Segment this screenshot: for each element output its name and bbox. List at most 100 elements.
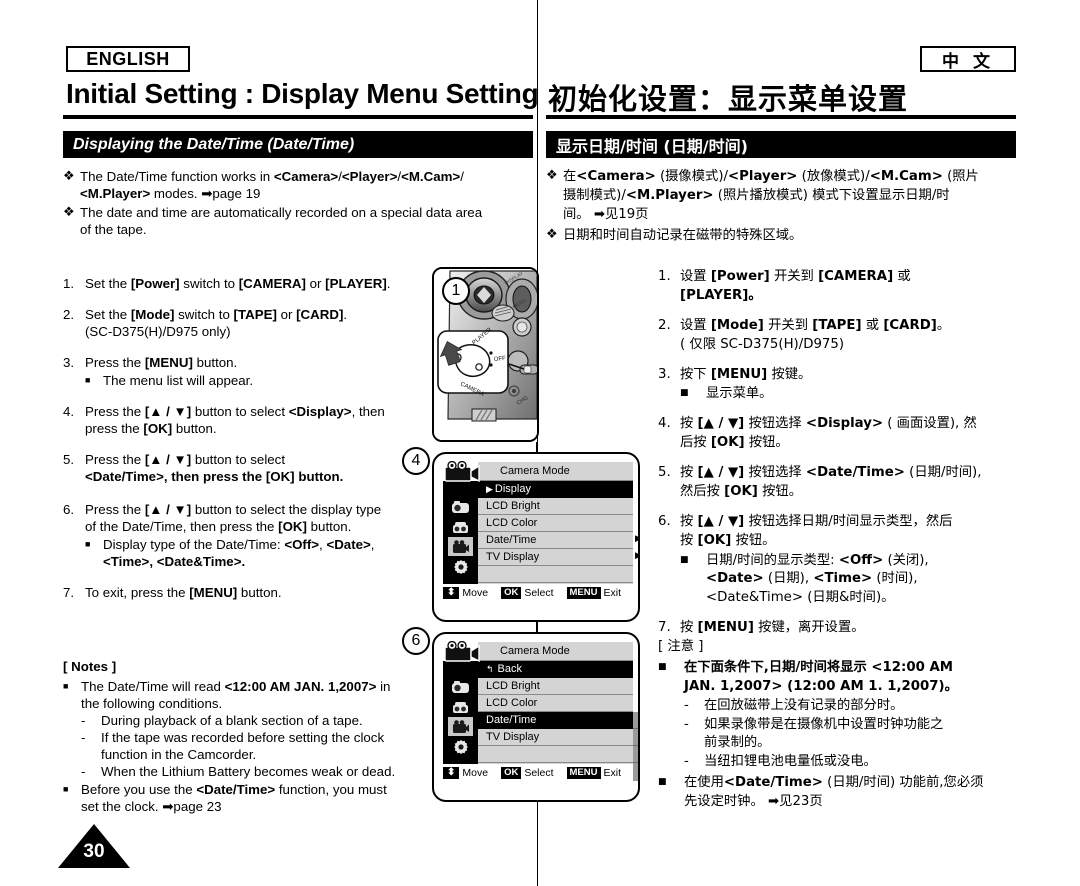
lcd-connector-line-1 <box>536 442 538 454</box>
intro-line: The Date/Time function works in <Camera>… <box>80 169 464 184</box>
lcd-value-item[interactable]: ▶ Off <box>635 532 638 544</box>
guide-exit[interactable]: MENU Exit <box>566 586 635 600</box>
lcd-menu-panel-datetime: Camera Mode ↰ Back LCD Bright LCD Color … <box>432 632 640 802</box>
step-line: 后按 [OK] 按钮。 <box>680 435 789 451</box>
lcd-menu-item-empty <box>478 746 633 763</box>
card-photo-icon[interactable] <box>448 677 473 696</box>
step-line: 然后按 [OK] 按钮。 <box>680 483 803 499</box>
clover-bullet-icon: ❖ <box>63 168 75 183</box>
step-line: <Date/Time>, then press the [OK] button. <box>85 469 344 485</box>
svg-text:OFF: OFF <box>494 356 507 363</box>
lcd-menu-list-1: ▶ Display LCD Bright LCD Color Date/Time… <box>478 481 633 584</box>
note-line: 先设定时钟。 ➡见23页 <box>684 794 823 809</box>
note-line: 在下面条件下,日期/时间将显示 <12:00 AM <box>684 659 954 675</box>
lcd-submenu-item[interactable]: Date&Time <box>633 763 638 780</box>
square-bullet-icon: ■ <box>63 784 69 795</box>
lcd-menu-item[interactable]: TV Display <box>478 729 633 746</box>
step-number: 6. <box>63 502 75 518</box>
intro-line: The date and time are automatically reco… <box>80 205 483 221</box>
notes-title: [ Notes ] <box>63 659 117 674</box>
lcd-submenu-item[interactable]: Time <box>633 746 638 763</box>
note-dash-item: - 在回放磁带上没有记录的部分时。 <box>684 697 1036 716</box>
lcd-menu-item[interactable]: ▶ Display <box>478 481 633 498</box>
lcd-menu-label: Back <box>497 663 523 675</box>
check-mark-icon: ✓ <box>637 715 638 726</box>
step-item: 7. 按 [MENU] 按键，离开设置。 <box>658 619 1036 638</box>
dash-bullet-icon: - <box>81 730 86 746</box>
square-bullet-icon: ■ <box>85 375 91 386</box>
camera-mode-icon[interactable] <box>448 717 473 736</box>
note-dash-text: 前录制的。 <box>704 735 771 751</box>
step-number: 7. <box>658 620 671 636</box>
step-item: 7. To exit, press the [MENU] button. <box>63 584 415 601</box>
steps-english: 1. Set the [Power] switch to [CAMERA] or… <box>63 275 415 615</box>
settings-gear-icon[interactable] <box>448 737 473 756</box>
memory-playback-icon[interactable] <box>448 517 473 536</box>
step-number: 3. <box>63 355 75 371</box>
note-line: the following conditions. <box>81 696 223 712</box>
page-number-badge: 30 <box>58 824 130 872</box>
lcd-submenu-item[interactable]: Date <box>633 729 638 746</box>
lcd-menu-item[interactable]: LCD Bright <box>478 678 633 695</box>
ok-key-icon: OK <box>501 766 522 780</box>
lcd-menu-item[interactable]: LCD Color <box>478 515 633 532</box>
lcd-menu-list-2: ↰ Back LCD Bright LCD Color Date/Time TV… <box>478 661 633 764</box>
lcd-guide-bar-2: ⬍ Move OK Select MENU Exit <box>443 764 633 782</box>
square-bullet-icon: ■ <box>85 539 91 550</box>
dash-bullet-icon: - <box>684 754 689 770</box>
clover-bullet-icon: ❖ <box>63 204 75 220</box>
lcd-menu-item[interactable]: LCD Bright <box>478 498 633 515</box>
guide-move[interactable]: ⬍ Move <box>443 767 501 779</box>
step-number: 1. <box>658 269 671 284</box>
step-item: 5. 按 [▲ / ▼] 按钮选择 <Date/Time> (日期/时间), 然… <box>658 464 1036 502</box>
lcd-value-item[interactable]: ▶ On <box>635 549 638 561</box>
camcorder-mode-icon <box>443 640 487 663</box>
clover-bullet-icon: ❖ <box>546 226 558 242</box>
note-dash-text: 如果录像带是在摄像机中设置时钟功能之 <box>704 716 944 732</box>
dash-bullet-icon: - <box>81 713 86 729</box>
lcd-menu-item-back[interactable]: ↰ Back <box>478 661 633 678</box>
lcd-menu-item[interactable]: LCD Color <box>478 695 633 712</box>
lcd-guide-bar-1: ⬍ Move OK Select MENU Exit <box>443 584 633 602</box>
step-number: 3. <box>658 366 671 382</box>
memory-playback-icon[interactable] <box>448 697 473 716</box>
lcd-icon-rail <box>443 661 478 764</box>
notes-chinese: [ 注意 ] ■ 在下面条件下,日期/时间将显示 <12:00 AM JAN. … <box>658 638 1036 812</box>
guide-exit[interactable]: MENU Exit <box>566 766 635 780</box>
section-heading-chinese: 显示日期/时间 (日期/时间) <box>546 131 1016 158</box>
lcd-menu-item[interactable]: TV Display <box>478 549 633 566</box>
page-number-text: 30 <box>83 841 105 862</box>
guide-select[interactable]: OK Select <box>501 766 566 780</box>
step-line: 按 [MENU] 按键，离开设置。 <box>680 620 865 636</box>
back-arrow-icon: ↰ <box>486 663 494 674</box>
card-photo-icon[interactable] <box>448 497 473 516</box>
step-number: 2. <box>658 317 671 333</box>
lcd-submenu-item[interactable]: ✓ Off <box>633 712 638 729</box>
note-line: set the clock. ➡page 23 <box>81 799 222 815</box>
lcd-menu-label: LCD Color <box>486 697 538 709</box>
lcd-menu-label: LCD Color <box>486 517 538 529</box>
intro-line: 摄制模式)/<M.Player> (照片播放模式) 模式下设置显示日期/时 <box>563 187 950 203</box>
lcd-menu-item[interactable]: Date/Time <box>478 532 633 549</box>
note-item: ■ 在使用<Date/Time> (日期/时间) 功能前,您必须 先设定时钟。 … <box>658 774 1036 812</box>
intro-bullet-2: ❖ 日期和时间自动记录在磁带的特殊区域。 <box>546 227 1036 246</box>
lcd-header-1: Camera Mode <box>478 462 633 481</box>
lcd-menu-label: LCD Bright <box>486 500 540 512</box>
language-badge-english: ENGLISH <box>66 46 190 72</box>
guide-move[interactable]: ⬍ Move <box>443 587 501 599</box>
lcd-menu-item[interactable]: Date/Time <box>478 712 633 729</box>
ok-key-icon: OK <box>501 586 522 600</box>
guide-select[interactable]: OK Select <box>501 586 566 600</box>
step-line: press the [OK] button. <box>85 421 217 437</box>
step-line: 按 [▲ / ▼] 按钮选择日期/时间显示类型，然后 <box>680 513 953 529</box>
note-dash-text: During playback of a blank section of a … <box>101 713 363 729</box>
step-item: 1. Set the [Power] switch to [CAMERA] or… <box>63 275 415 292</box>
page-title-chinese: 初始化设置：显示菜单设置 <box>548 82 909 116</box>
camera-mode-icon[interactable] <box>448 537 473 556</box>
step-subnote-text: Display type of the Date/Time: <Off>, <D… <box>103 537 375 553</box>
intro-bullet-1: ❖ 在<Camera> (摄像模式)/<Player> (放像模式)/<M.Ca… <box>546 168 1036 225</box>
note-item: ■ Before you use the <Date/Time> functio… <box>63 781 433 815</box>
step-line: 设置 [Mode] 开关到 [TAPE] 或 [CARD]。 <box>680 317 951 333</box>
settings-gear-icon[interactable] <box>448 557 473 576</box>
intro-line: 间。 ➡见19页 <box>563 206 649 222</box>
